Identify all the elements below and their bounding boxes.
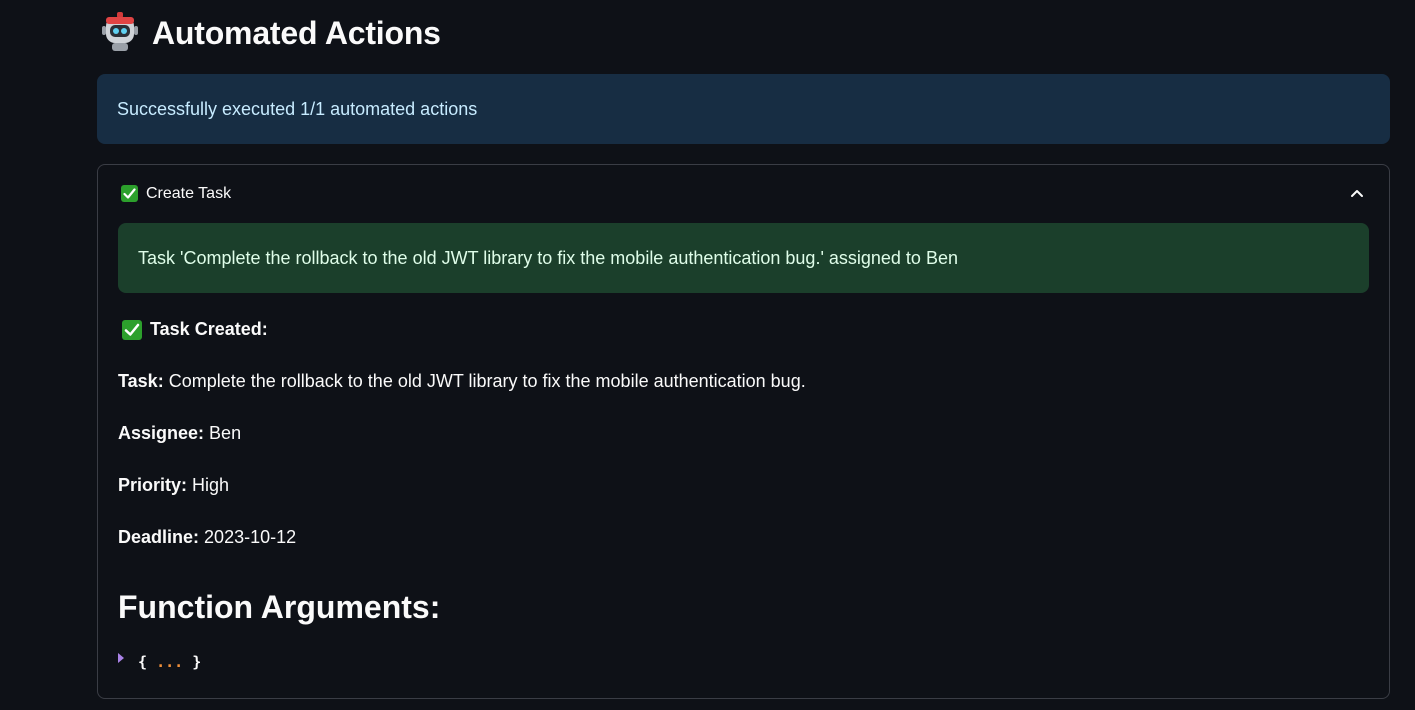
json-collapsed-object[interactable]: { ... } [138,653,201,671]
success-alert-text: Task 'Complete the rollback to the old J… [138,247,958,268]
task-field: Task: Complete the rollback to the old J… [118,371,806,392]
page-title-text: Automated Actions [152,14,441,51]
create-task-expander: Create Task Task 'Complete the rollback … [97,164,1390,699]
field-value: Complete the rollback to the old JWT lib… [168,371,806,391]
priority-field: Priority: High [118,475,229,496]
robot-icon [101,12,139,54]
info-alert-text: Successfully executed 1/1 automated acti… [117,98,478,119]
expander-label: Create Task [146,185,232,202]
deadline-field: Deadline: 2023-10-12 [118,527,296,548]
field-label: Assignee: [118,423,205,443]
task-created-label: Task Created: [150,319,268,339]
function-arguments-heading: Function Arguments: [118,589,441,625]
json-ellipsis: ... [156,653,184,671]
assignee-field: Assignee: Ben [118,423,241,444]
json-viewer-toggle[interactable]: { ... } [118,653,201,671]
json-open-brace: { [138,653,148,671]
field-value: Ben [209,423,242,443]
field-label: Deadline: [118,527,200,547]
check-mark-icon [122,320,142,340]
triangle-right-icon[interactable] [118,653,124,663]
field-label: Task: [118,371,164,391]
chevron-up-icon[interactable] [1349,185,1365,201]
expander-header[interactable]: Create Task [98,165,1389,223]
check-mark-icon [121,185,138,202]
field-value: High [192,475,230,495]
field-label: Priority: [118,475,188,495]
success-alert: Task 'Complete the rollback to the old J… [118,223,1369,293]
field-value: 2023-10-12 [204,527,297,547]
info-alert: Successfully executed 1/1 automated acti… [97,74,1390,144]
json-close-brace: } [192,653,202,671]
page-title: Automated Actions [101,12,441,54]
